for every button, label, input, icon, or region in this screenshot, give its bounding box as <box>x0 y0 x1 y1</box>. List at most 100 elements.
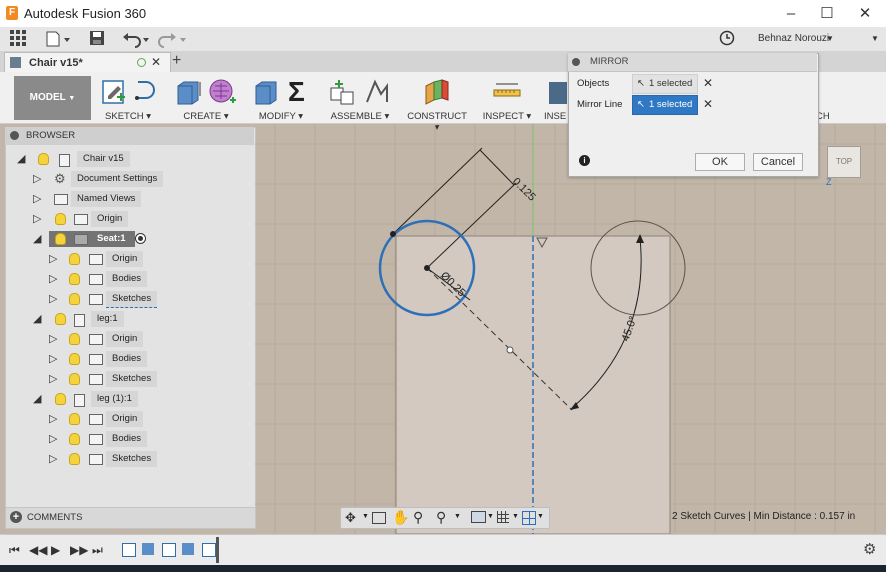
expanded-triangle-icon[interactable]: ◢ <box>17 153 25 165</box>
collapsed-triangle-icon[interactable]: ▷ <box>49 433 57 445</box>
timeline-sketch-icon[interactable] <box>162 543 176 557</box>
visibility-bulb-icon[interactable] <box>69 273 80 285</box>
tree-row-document-settings[interactable]: ▷ ⚙ Document Settings <box>5 170 254 188</box>
tree-row-leg-1[interactable]: ◢ leg (1):1 <box>5 390 254 408</box>
mirror-dialog-header[interactable]: MIRROR <box>568 53 817 72</box>
collapsed-triangle-icon[interactable]: ▷ <box>33 193 41 205</box>
tree-row-leg-bodies[interactable]: ▷ Bodies <box>5 350 254 368</box>
add-comment-icon[interactable]: + <box>10 511 22 523</box>
save-icon[interactable] <box>89 30 105 48</box>
comments-panel[interactable]: + COMMENTS <box>5 507 256 529</box>
collapsed-triangle-icon[interactable]: ▷ <box>49 413 57 425</box>
activate-radio-icon[interactable] <box>135 233 146 244</box>
sketch-canvas[interactable]: 0.125 Ø0.25 45.0° <box>255 124 886 534</box>
expanded-triangle-icon[interactable]: ◢ <box>33 313 41 325</box>
user-chevron-down-icon[interactable]: ▼ <box>826 30 834 48</box>
chevron-down-icon[interactable]: ▼ <box>487 513 494 520</box>
tree-row-named-views[interactable]: ▷ Named Views <box>5 190 254 208</box>
tree-row-seat-sketches[interactable]: ▷ Sketches <box>5 290 254 308</box>
tree-row-seat-bodies[interactable]: ▷ Bodies <box>5 270 254 288</box>
pan-hand-icon[interactable]: ✋ <box>392 509 409 526</box>
expanded-triangle-icon[interactable]: ◢ <box>33 393 41 405</box>
visibility-bulb-icon[interactable] <box>69 353 80 365</box>
collapsed-triangle-icon[interactable]: ▷ <box>33 173 41 185</box>
new-tab-button[interactable]: + <box>172 52 181 70</box>
zoom-icon[interactable]: ⚲ <box>413 509 423 526</box>
close-icon[interactable]: ✕ <box>848 0 882 27</box>
tree-row-origin[interactable]: ▷ Origin <box>5 210 254 228</box>
timeline-settings-gear-icon[interactable]: ⚙ <box>863 540 876 558</box>
construct-group[interactable]: CONSTRUCT ▾ <box>404 74 470 133</box>
visibility-bulb-icon[interactable] <box>69 453 80 465</box>
visibility-bulb-icon[interactable] <box>69 333 80 345</box>
visibility-bulb-icon[interactable] <box>69 433 80 445</box>
file-menu-icon[interactable] <box>46 30 72 48</box>
collapse-icon[interactable] <box>10 131 19 140</box>
visibility-bulb-icon[interactable] <box>55 313 66 325</box>
collapse-icon[interactable] <box>572 58 580 66</box>
clear-mirror-line-icon[interactable]: ✕ <box>703 97 713 111</box>
create-group[interactable]: CREATE ▾ <box>170 74 242 122</box>
minimize-icon[interactable]: – <box>774 0 808 27</box>
timeline-marker[interactable] <box>216 537 219 563</box>
tree-row-seat-origin[interactable]: ▷ Origin <box>5 250 254 268</box>
tree-row-root[interactable]: ◢ Chair v15 <box>5 150 254 168</box>
mirror-line-select-button[interactable]: ↖ 1 selected <box>632 95 698 115</box>
collapsed-triangle-icon[interactable]: ▷ <box>49 333 57 345</box>
orbit-icon[interactable]: ✥ <box>345 510 356 526</box>
browser-header[interactable]: BROWSER <box>5 127 254 145</box>
viewports-icon[interactable] <box>522 511 536 525</box>
assemble-group[interactable]: ASSEMBLE ▾ <box>325 74 395 122</box>
tree-row-leg[interactable]: ◢ leg:1 <box>5 310 254 328</box>
expanded-triangle-icon[interactable]: ◢ <box>33 233 41 245</box>
chevron-down-icon[interactable]: ▼ <box>537 513 544 520</box>
step-forward-icon[interactable]: ▶▶ <box>70 543 88 557</box>
help-chevron-down-icon[interactable]: ▼ <box>871 30 879 48</box>
view-cube[interactable]: TOP <box>827 146 861 178</box>
play-icon[interactable]: ▶ <box>51 543 60 557</box>
timeline-extrude-icon[interactable] <box>182 543 194 555</box>
visibility-bulb-icon[interactable] <box>55 393 66 405</box>
collapsed-triangle-icon[interactable]: ▷ <box>49 373 57 385</box>
fit-zoom-icon[interactable]: ⚲ <box>436 509 446 526</box>
collapsed-triangle-icon[interactable]: ▷ <box>49 453 57 465</box>
visibility-bulb-icon[interactable] <box>69 373 80 385</box>
close-tab-icon[interactable]: ✕ <box>151 55 161 69</box>
cancel-button[interactable]: Cancel <box>753 153 803 171</box>
insert-group[interactable]: INSE <box>544 74 568 122</box>
dimension-0125[interactable]: 0.125 <box>510 176 538 204</box>
look-at-icon[interactable] <box>372 512 386 524</box>
redo-icon[interactable] <box>158 30 188 48</box>
info-icon[interactable]: i <box>579 155 590 166</box>
user-name[interactable]: Behnaz Norouzi <box>758 30 829 48</box>
maximize-icon[interactable]: ☐ <box>810 0 844 27</box>
visibility-bulb-icon[interactable] <box>69 253 80 265</box>
grid-settings-icon[interactable] <box>497 511 509 523</box>
timeline-sketch-icon[interactable] <box>202 543 216 557</box>
visibility-bulb-icon[interactable] <box>38 153 49 165</box>
tree-row-leg-1-bodies[interactable]: ▷ Bodies <box>5 430 254 448</box>
collapsed-triangle-icon[interactable]: ▷ <box>49 353 57 365</box>
chevron-down-icon[interactable]: ▼ <box>512 513 519 520</box>
tree-row-seat[interactable]: ◢ Seat:1 <box>5 230 254 248</box>
modify-group[interactable]: Σ MODIFY ▾ <box>248 74 314 122</box>
workspace-selector[interactable]: MODEL ▼ <box>14 76 91 120</box>
undo-icon[interactable] <box>121 30 151 48</box>
go-to-start-icon[interactable]: ⏮ <box>9 543 20 558</box>
tree-row-leg-1-sketches[interactable]: ▷ Sketches <box>5 450 254 468</box>
visibility-bulb-icon[interactable] <box>69 413 80 425</box>
collapsed-triangle-icon[interactable]: ▷ <box>49 293 57 305</box>
visibility-bulb-icon[interactable] <box>55 213 66 225</box>
tree-row-leg-1-origin[interactable]: ▷ Origin <box>5 410 254 428</box>
inspect-group[interactable]: INSPECT ▾ <box>478 74 536 122</box>
clear-objects-icon[interactable]: ✕ <box>703 76 713 90</box>
display-settings-icon[interactable] <box>471 511 486 523</box>
tree-row-leg-origin[interactable]: ▷ Origin <box>5 330 254 348</box>
collapsed-triangle-icon[interactable]: ▷ <box>33 213 41 225</box>
timeline-sketch-icon[interactable] <box>122 543 136 557</box>
collapsed-triangle-icon[interactable]: ▷ <box>49 273 57 285</box>
sketch-group[interactable]: SKETCH ▾ <box>96 74 160 122</box>
chevron-down-icon[interactable]: ▼ <box>362 513 369 520</box>
objects-select-button[interactable]: ↖ 1 selected <box>632 74 698 94</box>
go-to-end-icon[interactable]: ⏭ <box>92 543 103 558</box>
